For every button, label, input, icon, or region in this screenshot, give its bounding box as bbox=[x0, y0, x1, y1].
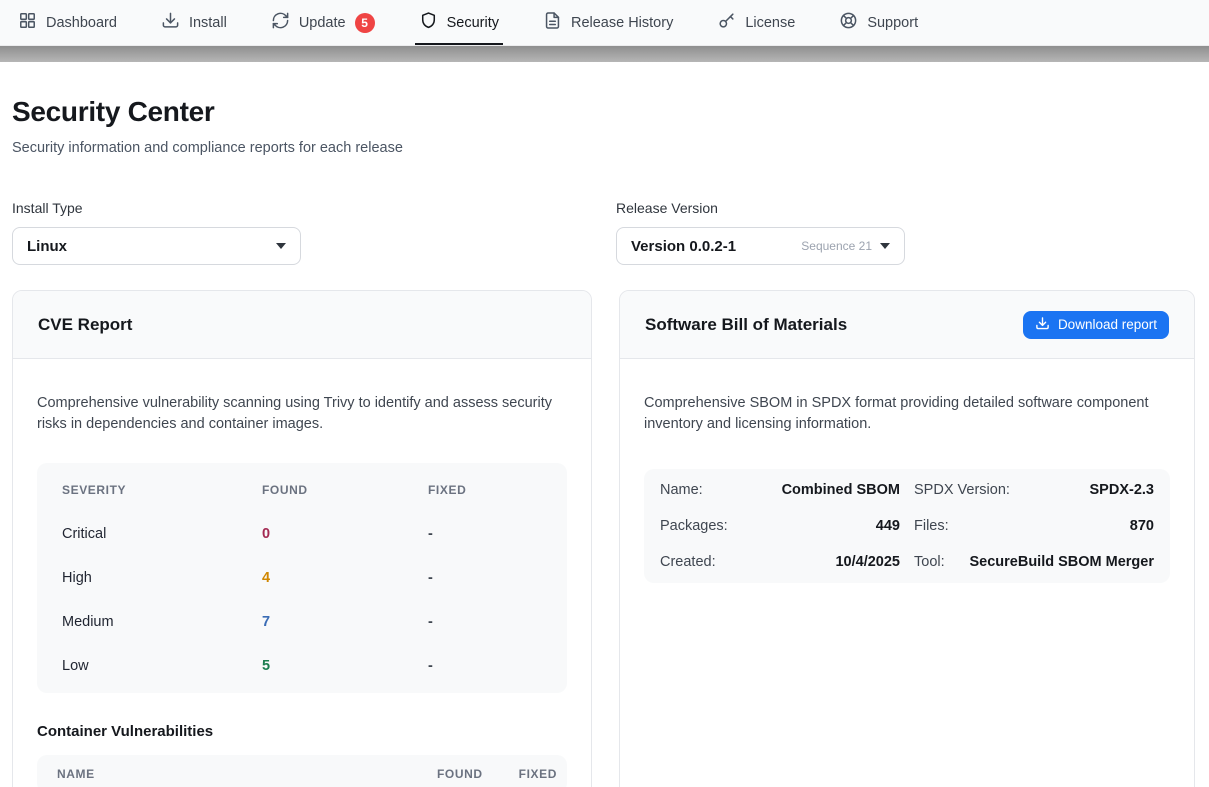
severity-label: Medium bbox=[62, 614, 262, 630]
fixed-count: - bbox=[428, 526, 567, 542]
detail-label: Created: bbox=[660, 554, 716, 570]
severity-label: Critical bbox=[62, 526, 262, 542]
sbom-description: Comprehensive SBOM in SPDX format provid… bbox=[644, 393, 1170, 436]
detail-value: SecureBuild SBOM Merger bbox=[969, 554, 1154, 570]
fixed-count: - bbox=[428, 614, 567, 630]
detail-value: 870 bbox=[1130, 518, 1154, 534]
nav-label: Security bbox=[447, 15, 499, 31]
list-item: Files: 870 bbox=[914, 508, 1154, 544]
window-chrome-strip bbox=[0, 46, 1209, 62]
nav-item-install[interactable]: Install bbox=[161, 0, 227, 45]
sbom-title: Software Bill of Materials bbox=[645, 315, 847, 335]
key-icon bbox=[717, 11, 736, 34]
release-version-value: Version 0.0.2-1 bbox=[631, 238, 801, 255]
lifebuoy-icon bbox=[839, 11, 858, 34]
download-report-button[interactable]: Download report bbox=[1023, 311, 1169, 339]
column-header-severity: SEVERITY bbox=[62, 483, 262, 497]
found-count: 5 bbox=[262, 658, 428, 674]
nav-item-support[interactable]: Support bbox=[839, 0, 918, 45]
column-header-found: FOUND bbox=[437, 767, 483, 781]
nav-label: Dashboard bbox=[46, 15, 117, 31]
nav-item-update[interactable]: Update 5 bbox=[271, 0, 375, 45]
container-vulnerabilities-table-header: NAME FOUND FIXED bbox=[37, 755, 567, 787]
table-row: Low 5 - bbox=[37, 644, 567, 688]
fixed-count: - bbox=[428, 570, 567, 586]
install-type-label: Install Type bbox=[12, 200, 301, 216]
list-item: Tool: SecureBuild SBOM Merger bbox=[914, 544, 1154, 580]
page-subtitle: Security information and compliance repo… bbox=[12, 140, 1197, 156]
detail-label: Tool: bbox=[914, 554, 945, 570]
document-icon bbox=[543, 11, 562, 34]
nav-item-release-history[interactable]: Release History bbox=[543, 0, 673, 45]
nav-item-security[interactable]: Security bbox=[419, 0, 499, 45]
download-icon bbox=[1035, 316, 1050, 334]
cve-report-description: Comprehensive vulnerability scanning usi… bbox=[37, 393, 567, 436]
table-row: Critical 0 - bbox=[37, 512, 567, 556]
fixed-count: - bbox=[428, 658, 567, 674]
install-type-select[interactable]: Linux bbox=[12, 227, 301, 265]
detail-value: 449 bbox=[876, 518, 900, 534]
column-header-fixed: FIXED bbox=[428, 483, 567, 497]
column-header-name: NAME bbox=[57, 767, 437, 781]
chevron-down-icon bbox=[276, 243, 286, 249]
detail-value: 10/4/2025 bbox=[835, 554, 900, 570]
release-version-select[interactable]: Version 0.0.2-1 Sequence 21 bbox=[616, 227, 905, 265]
sbom-details-grid: Name: Combined SBOM SPDX Version: SPDX-2… bbox=[644, 469, 1170, 583]
container-vulnerabilities-title: Container Vulnerabilities bbox=[37, 723, 567, 740]
release-version-label: Release Version bbox=[616, 200, 905, 216]
column-header-fixed: FIXED bbox=[519, 767, 557, 781]
found-count: 7 bbox=[262, 614, 428, 630]
detail-label: SPDX Version: bbox=[914, 482, 1010, 498]
list-item: SPDX Version: SPDX-2.3 bbox=[914, 472, 1154, 508]
dashboard-grid-icon bbox=[18, 11, 37, 34]
release-sequence-label: Sequence 21 bbox=[801, 239, 872, 253]
detail-label: Name: bbox=[660, 482, 703, 498]
nav-label: Update bbox=[299, 15, 346, 31]
table-row: High 4 - bbox=[37, 556, 567, 600]
nav-item-license[interactable]: License bbox=[717, 0, 795, 45]
severity-table: SEVERITY FOUND FIXED Critical 0 - High 4… bbox=[37, 463, 567, 693]
nav-item-dashboard[interactable]: Dashboard bbox=[18, 0, 117, 45]
detail-value: Combined SBOM bbox=[782, 482, 900, 498]
table-row: Medium 7 - bbox=[37, 600, 567, 644]
severity-label: High bbox=[62, 570, 262, 586]
nav-label: Install bbox=[189, 15, 227, 31]
detail-label: Packages: bbox=[660, 518, 728, 534]
list-item: Created: 10/4/2025 bbox=[660, 544, 900, 580]
download-report-label: Download report bbox=[1058, 317, 1157, 332]
found-count: 4 bbox=[262, 570, 428, 586]
install-type-value: Linux bbox=[27, 238, 268, 255]
list-item: Packages: 449 bbox=[660, 508, 900, 544]
detail-label: Files: bbox=[914, 518, 949, 534]
refresh-icon bbox=[271, 11, 290, 34]
column-header-found: FOUND bbox=[262, 483, 428, 497]
top-navigation: Dashboard Install Update 5 Security Rele… bbox=[0, 0, 1209, 46]
filters-row: Install Type Linux Release Version Versi… bbox=[12, 200, 1197, 265]
download-icon bbox=[161, 11, 180, 34]
detail-value: SPDX-2.3 bbox=[1090, 482, 1154, 498]
severity-label: Low bbox=[62, 658, 262, 674]
nav-label: Release History bbox=[571, 15, 673, 31]
nav-label: Support bbox=[867, 15, 918, 31]
page-title: Security Center bbox=[12, 96, 1197, 128]
cve-report-card: CVE Report Comprehensive vulnerability s… bbox=[12, 290, 592, 787]
nav-label: License bbox=[745, 15, 795, 31]
update-count-badge: 5 bbox=[355, 13, 375, 33]
severity-table-header: SEVERITY FOUND FIXED bbox=[37, 468, 567, 512]
sbom-card: Software Bill of Materials Download repo… bbox=[619, 290, 1195, 787]
list-item: Name: Combined SBOM bbox=[660, 472, 900, 508]
found-count: 0 bbox=[262, 526, 428, 542]
chevron-down-icon bbox=[880, 243, 890, 249]
shield-icon bbox=[419, 11, 438, 34]
cve-report-title: CVE Report bbox=[38, 315, 132, 335]
